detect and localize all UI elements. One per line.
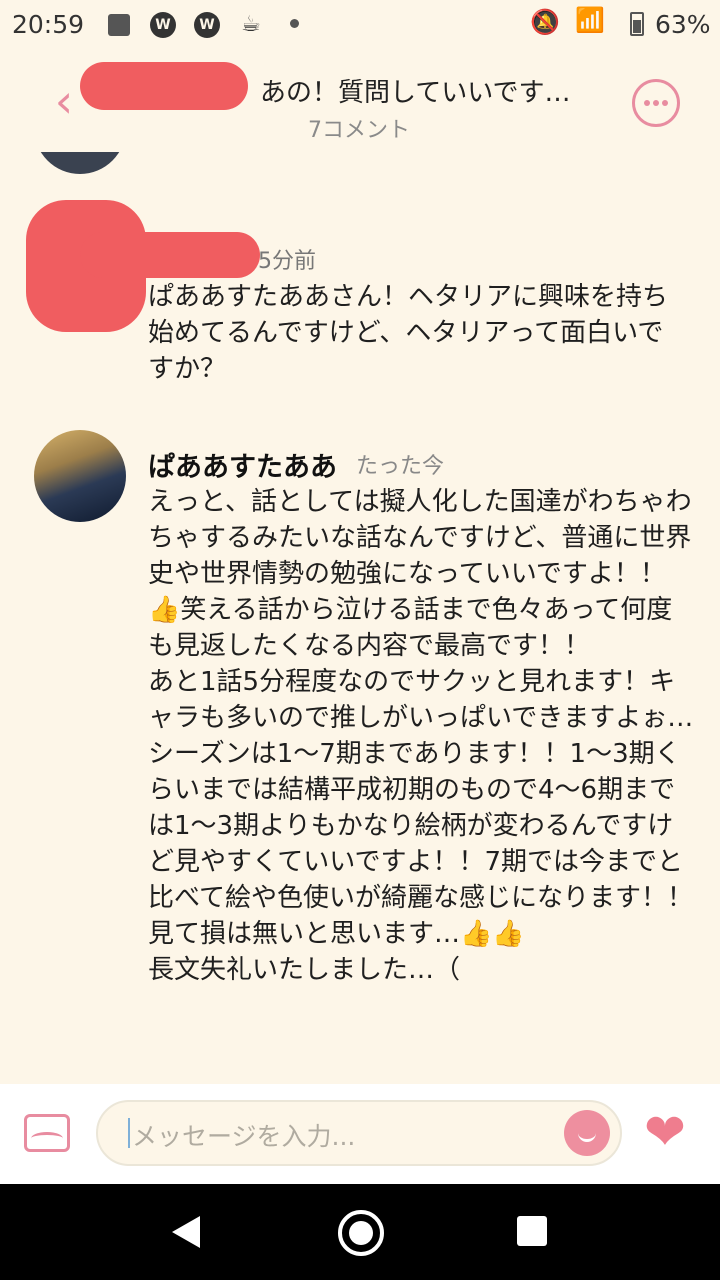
comment-feed[interactable]: 5分前 ぱああすたああさん！ヘタリアに興味を持ち始めてるんですけど、ヘタリアって… — [0, 152, 720, 1084]
avatar[interactable] — [34, 152, 126, 174]
status-time: 20:59 — [12, 10, 85, 39]
app-icon: W — [194, 12, 220, 38]
comment-text: えっと、話としては擬人化した国達がわちゃわちゃするみたいな話なんですけど、普通に… — [148, 487, 694, 985]
chevron-left-icon: ‹ — [54, 74, 74, 128]
wifi-icon: 📶 — [575, 6, 605, 34]
redacted-username — [80, 62, 248, 110]
comment-text: ぱああすたああさん！ヘタリアに興味を持ち始めてるんですけど、ヘタリアって面白いで… — [148, 282, 669, 384]
message-input-bar: メッセージを入力... ❤ — [0, 1084, 720, 1184]
emoji-button[interactable] — [564, 1110, 610, 1156]
back-button[interactable]: ‹ — [44, 76, 84, 126]
app-icon: W — [150, 12, 176, 38]
dot-icon — [290, 19, 299, 28]
system-nav-bar — [0, 1184, 720, 1280]
heart-icon: ❤ — [644, 1103, 686, 1161]
image-icon — [108, 14, 130, 36]
bell-off-icon: 🔕 — [530, 8, 560, 36]
comment-count[interactable]: 7コメント — [308, 112, 410, 144]
comment-time: 5分前 — [258, 249, 316, 274]
image-button[interactable] — [24, 1114, 70, 1152]
status-bar: 20:59 W W ☕ 🔕 📶 63% — [0, 0, 720, 52]
more-icon — [644, 100, 650, 106]
message-placeholder: メッセージを入力... — [132, 1122, 356, 1151]
heart-button[interactable]: ❤ — [644, 1104, 686, 1160]
redacted-username — [80, 232, 260, 278]
battery-percent: 63% — [655, 10, 711, 39]
thread-header: ‹ あの！質問していいです… 7コメント — [0, 52, 720, 152]
text-caret — [128, 1118, 130, 1148]
comment-time: たった今 — [356, 454, 445, 479]
nav-back-button[interactable] — [172, 1216, 200, 1248]
thread-title: あの！質問していいです… — [260, 78, 571, 108]
battery-icon — [630, 12, 644, 36]
nav-recents-button[interactable] — [517, 1216, 547, 1246]
avatar[interactable] — [34, 430, 126, 522]
comment-author[interactable]: ぱああすたああ — [148, 445, 337, 484]
cup-icon: ☕ — [241, 12, 261, 37]
nav-home-button[interactable] — [338, 1210, 384, 1256]
message-input[interactable]: メッセージを入力... — [96, 1100, 622, 1166]
more-button[interactable] — [632, 79, 680, 127]
